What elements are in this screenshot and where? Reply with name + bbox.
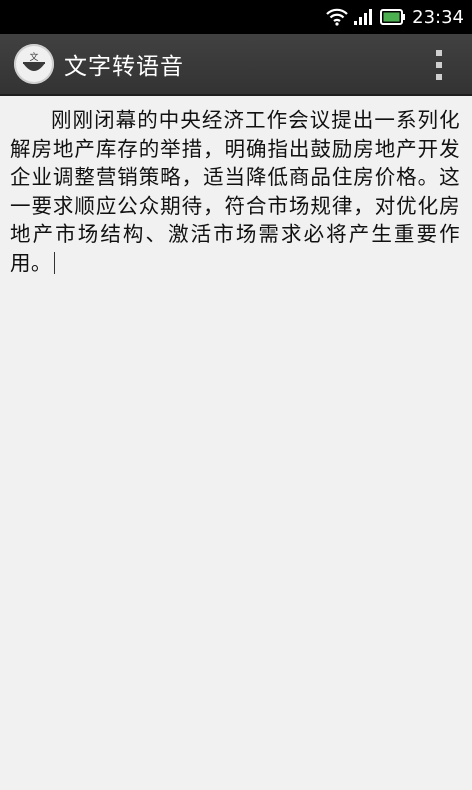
app-title: 文字转语音 <box>64 54 184 80</box>
status-time: 23:34 <box>412 6 464 28</box>
overflow-dot <box>436 50 442 56</box>
status-bar: 23:34 <box>0 0 472 34</box>
text-cursor <box>53 251 55 274</box>
overflow-dot <box>436 74 442 80</box>
overflow-dot <box>436 62 442 68</box>
text-input-area[interactable]: 刚刚闭幕的中央经济工作会议提出一系列化解房地产库存的举措，明确指出鼓励房地产开发… <box>0 96 472 790</box>
action-bar: 文 文字转语音 <box>0 34 472 96</box>
signal-icon <box>354 9 374 25</box>
wifi-icon <box>326 8 348 26</box>
app-icon-glyph: 文 <box>29 51 38 63</box>
battery-icon <box>380 9 406 25</box>
overflow-menu-icon[interactable] <box>432 50 446 80</box>
editor-text: 刚刚闭幕的中央经济工作会议提出一系列化解房地产库存的举措，明确指出鼓励房地产开发… <box>10 108 460 275</box>
app-logo-icon[interactable]: 文 <box>14 44 54 84</box>
